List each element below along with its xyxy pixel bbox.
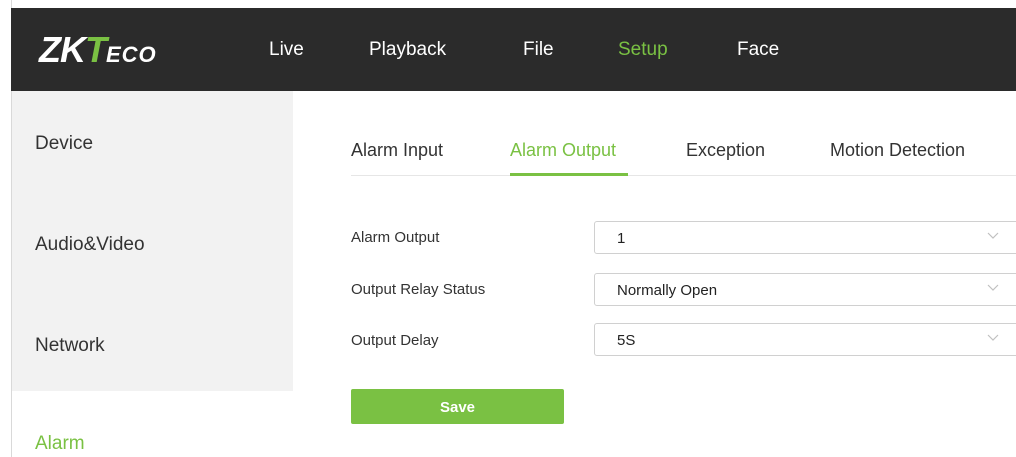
alarm-output-select[interactable]: 1 [594,221,1016,254]
active-tab-indicator [510,173,628,176]
output-delay-value: 5S [617,332,636,349]
nav-live[interactable]: Live [269,38,304,62]
output-relay-status-select[interactable]: Normally Open [594,273,1016,306]
sidebar-item-alarm[interactable]: Alarm [35,432,85,456]
tab-alarm-output[interactable]: Alarm Output [510,139,616,161]
output-delay-select[interactable]: 5S [594,323,1016,356]
nav-file[interactable]: File [523,38,554,62]
output-delay-label: Output Delay [351,332,439,349]
tab-alarm-input[interactable]: Alarm Input [351,139,443,161]
settings-sidebar: Device Audio&Video Network [12,91,293,391]
chevron-down-icon [987,284,999,291]
nav-face[interactable]: Face [737,38,779,62]
alarm-output-label: Alarm Output [351,229,440,246]
tabs-divider [351,175,1016,176]
zkteco-logo: ZKTECO [39,29,157,70]
nav-setup[interactable]: Setup [618,38,668,62]
tab-motion-detection[interactable]: Motion Detection [830,139,965,161]
save-button[interactable]: Save [351,389,564,424]
tab-exception[interactable]: Exception [686,139,765,161]
output-relay-status-value: Normally Open [617,282,718,299]
alarm-output-value: 1 [617,230,626,247]
sidebar-item-audio-video[interactable]: Audio&Video [35,233,145,257]
nav-playback[interactable]: Playback [369,38,446,62]
top-navigation-bar: ZKTECO Live Playback File Setup Face [11,8,1016,91]
sidebar-item-device[interactable]: Device [35,132,93,156]
chevron-down-icon [987,232,999,239]
chevron-down-icon [987,334,999,341]
sidebar-item-network[interactable]: Network [35,334,105,358]
output-relay-status-label: Output Relay Status [351,281,486,298]
